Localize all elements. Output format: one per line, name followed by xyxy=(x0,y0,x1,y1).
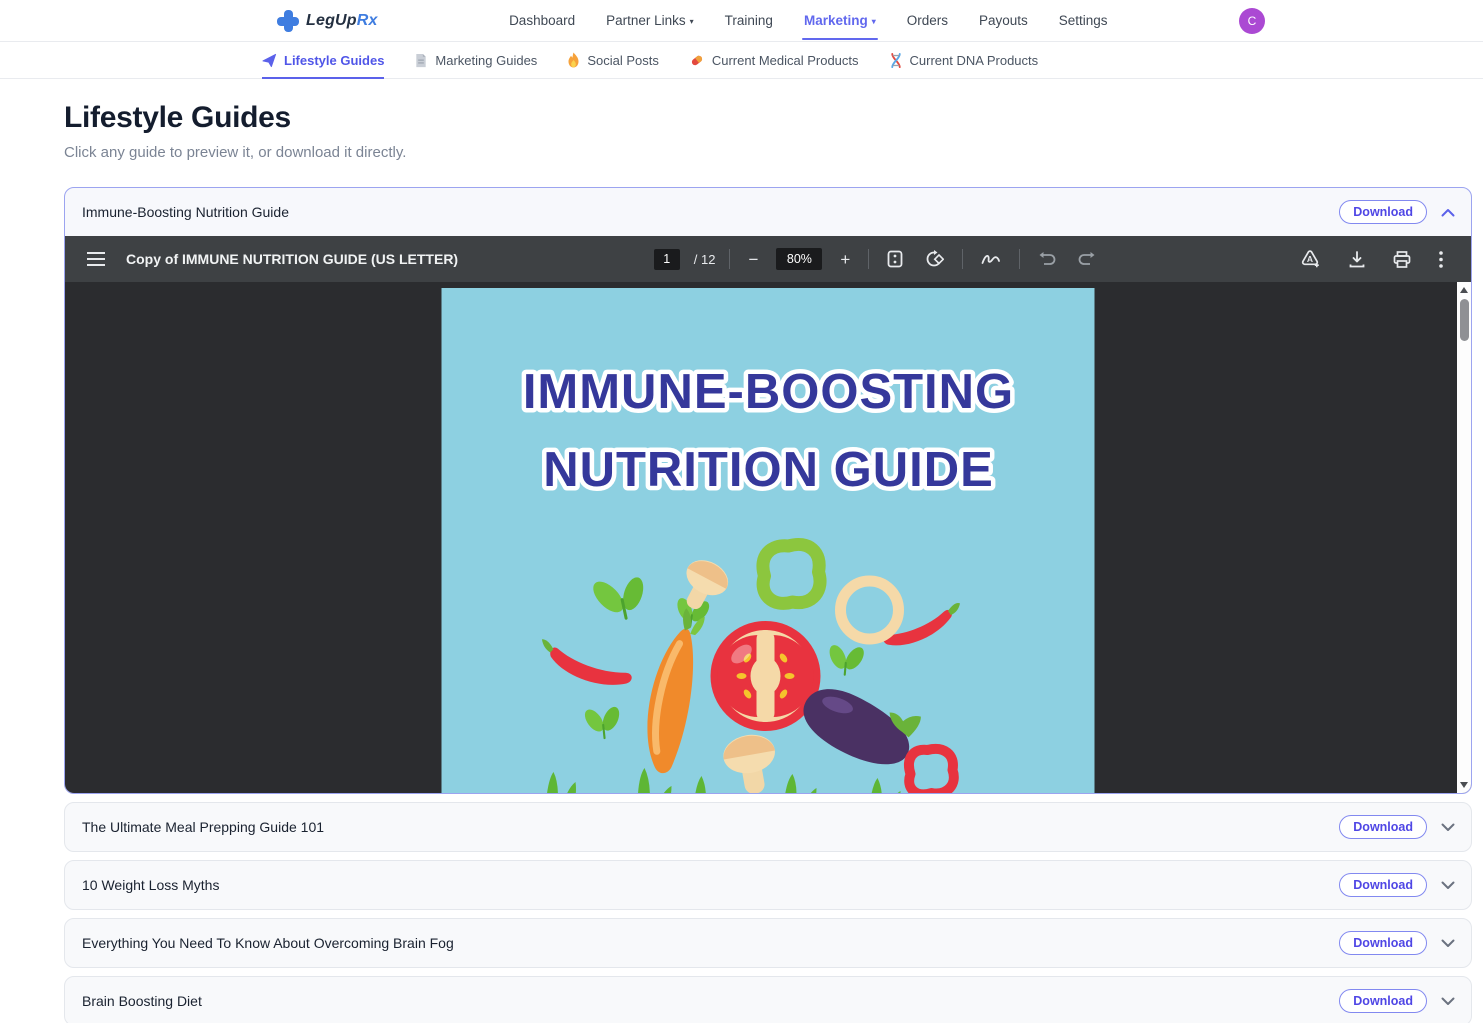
tab-lifestyle-guides[interactable]: Lifestyle Guides xyxy=(262,42,384,78)
guide-card-collapsed: Brain Boosting Diet Download xyxy=(64,976,1472,1023)
nav-item-training[interactable]: Training xyxy=(723,2,775,39)
download-icon[interactable] xyxy=(1345,247,1369,272)
chevron-down-icon[interactable] xyxy=(1441,881,1455,890)
scroll-down-icon[interactable] xyxy=(1460,782,1468,788)
paper-plane-icon xyxy=(262,53,277,68)
chevron-down-icon: ▾ xyxy=(872,17,876,26)
toolbar-divider xyxy=(729,249,730,269)
pdf-page-artwork: IMMUNE-BOOSTING NUTRITION GUIDE xyxy=(442,288,1095,793)
nav-item-dashboard[interactable]: Dashboard xyxy=(507,2,577,39)
main-nav: Dashboard Partner Links▾ Training Market… xyxy=(507,2,1110,39)
pill-icon xyxy=(689,53,705,68)
annotate-icon[interactable] xyxy=(977,248,1005,270)
tab-current-medical-products[interactable]: Current Medical Products xyxy=(689,42,859,78)
scrollbar-thumb[interactable] xyxy=(1460,299,1469,341)
guide-card-header[interactable]: Immune-Boosting Nutrition Guide Download xyxy=(65,188,1471,236)
more-options-icon[interactable] xyxy=(1435,247,1447,272)
page-number-input[interactable] xyxy=(654,249,680,270)
undo-icon[interactable] xyxy=(1034,248,1060,270)
page-subtitle: Click any guide to preview it, or downlo… xyxy=(64,144,1472,161)
nav-item-partner-links[interactable]: Partner Links▾ xyxy=(604,2,696,39)
flame-icon xyxy=(567,52,580,68)
rotate-icon[interactable] xyxy=(921,246,948,272)
pdf-doc-title: Copy of IMMUNE NUTRITION GUIDE (US LETTE… xyxy=(126,251,458,267)
document-icon xyxy=(414,53,428,68)
guide-card-header[interactable]: Brain Boosting Diet Download xyxy=(65,977,1471,1023)
chevron-down-icon[interactable] xyxy=(1441,997,1455,1006)
pdf-viewer: Copy of IMMUNE NUTRITION GUIDE (US LETTE… xyxy=(65,236,1471,793)
logo[interactable]: LegUpRx xyxy=(277,10,378,32)
guide-card-expanded: Immune-Boosting Nutrition Guide Download… xyxy=(64,187,1472,794)
page-total-label: / 12 xyxy=(694,252,716,267)
main-content: Lifestyle Guides Click any guide to prev… xyxy=(0,101,1483,1023)
download-button[interactable]: Download xyxy=(1339,931,1427,955)
guide-title: 10 Weight Loss Myths xyxy=(82,877,219,893)
guide-title: Brain Boosting Diet xyxy=(82,993,202,1009)
pdf-canvas-area: IMMUNE-BOOSTING NUTRITION GUIDE xyxy=(65,282,1471,793)
pdf-title-line1: IMMUNE-BOOSTING xyxy=(523,365,1014,419)
guide-card-header[interactable]: The Ultimate Meal Prepping Guide 101 Dow… xyxy=(65,803,1471,851)
guide-title: The Ultimate Meal Prepping Guide 101 xyxy=(82,819,324,835)
tab-social-posts[interactable]: Social Posts xyxy=(567,42,659,78)
fit-page-icon[interactable] xyxy=(883,246,907,272)
download-button[interactable]: Download xyxy=(1339,815,1427,839)
add-text-annotation-icon[interactable]: A xyxy=(1296,246,1325,273)
print-icon[interactable] xyxy=(1389,247,1415,272)
toolbar-divider xyxy=(1019,249,1020,269)
menu-icon[interactable] xyxy=(83,248,109,270)
user-avatar[interactable]: C xyxy=(1239,8,1265,34)
nav-item-marketing[interactable]: Marketing▾ xyxy=(802,2,878,39)
marketing-tabbar: Lifestyle Guides Marketing Guides Social… xyxy=(0,42,1483,79)
chevron-down-icon: ▾ xyxy=(690,17,694,26)
tab-marketing-guides[interactable]: Marketing Guides xyxy=(414,42,537,78)
zoom-level: 80% xyxy=(776,248,822,270)
redo-icon[interactable] xyxy=(1074,248,1100,270)
guide-card-header[interactable]: 10 Weight Loss Myths Download xyxy=(65,861,1471,909)
guide-card-collapsed: 10 Weight Loss Myths Download xyxy=(64,860,1472,910)
download-button[interactable]: Download xyxy=(1339,873,1427,897)
page-title: Lifestyle Guides xyxy=(64,101,1472,135)
nav-item-payouts[interactable]: Payouts xyxy=(977,2,1030,39)
pdf-title-line2: NUTRITION GUIDE xyxy=(543,443,994,497)
toolbar-divider xyxy=(962,249,963,269)
zoom-out-button[interactable]: − xyxy=(744,247,762,272)
scroll-up-icon[interactable] xyxy=(1460,287,1468,293)
tab-current-dna-products[interactable]: Current DNA Products xyxy=(889,42,1039,78)
guide-card-header[interactable]: Everything You Need To Know About Overco… xyxy=(65,919,1471,967)
chevron-down-icon[interactable] xyxy=(1441,939,1455,948)
nav-item-settings[interactable]: Settings xyxy=(1057,2,1110,39)
nav-item-orders[interactable]: Orders xyxy=(905,2,950,39)
zoom-in-button[interactable]: + xyxy=(836,247,854,272)
chevron-up-icon[interactable] xyxy=(1441,208,1455,217)
pdf-page: IMMUNE-BOOSTING NUTRITION GUIDE xyxy=(442,288,1095,793)
top-header: LegUpRx Dashboard Partner Links▾ Trainin… xyxy=(0,0,1483,42)
svg-text:A: A xyxy=(1307,254,1313,264)
dna-icon xyxy=(889,53,903,68)
pdf-scrollbar[interactable] xyxy=(1457,282,1471,793)
download-button[interactable]: Download xyxy=(1339,989,1427,1013)
guide-title: Everything You Need To Know About Overco… xyxy=(82,935,454,951)
logo-plus-icon xyxy=(277,10,299,32)
toolbar-divider xyxy=(868,249,869,269)
guide-card-collapsed: Everything You Need To Know About Overco… xyxy=(64,918,1472,968)
pdf-toolbar: Copy of IMMUNE NUTRITION GUIDE (US LETTE… xyxy=(65,236,1471,282)
chevron-down-icon[interactable] xyxy=(1441,823,1455,832)
brand-text: LegUpRx xyxy=(306,12,378,30)
download-button[interactable]: Download xyxy=(1339,200,1427,224)
guide-title: Immune-Boosting Nutrition Guide xyxy=(82,204,289,220)
guide-card-collapsed: The Ultimate Meal Prepping Guide 101 Dow… xyxy=(64,802,1472,852)
